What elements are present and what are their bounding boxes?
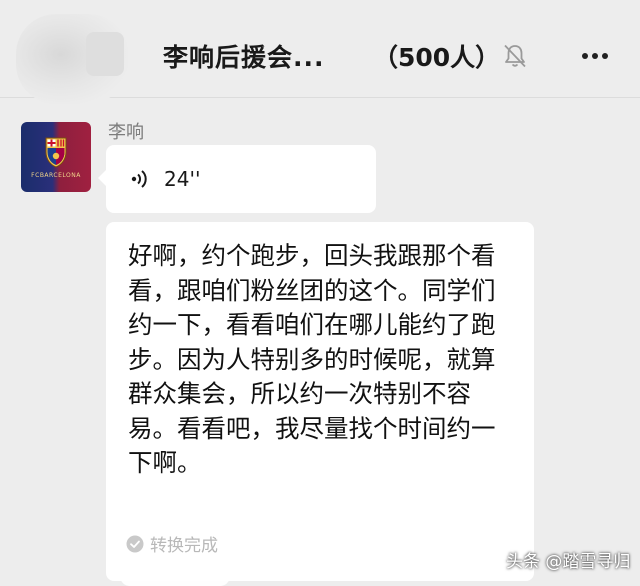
transcript-bubble[interactable]: 好啊，约个跑步，回头我跟那个看看，跟咱们粉丝团的这个。同学们约一下，看看咱们在哪…	[106, 222, 534, 581]
voice-duration: 24''	[164, 167, 201, 191]
transcript-text: 好啊，约个跑步，回头我跟那个看看，跟咱们粉丝团的这个。同学们约一下，看看咱们在哪…	[128, 241, 496, 477]
chat-header: 李响后援会... （500人）	[0, 0, 640, 104]
next-bubble-blurred	[120, 556, 230, 586]
avatar-text: FCBARCELONA	[31, 172, 81, 179]
voice-wave-icon	[131, 170, 147, 188]
fc-barcelona-crest-icon	[45, 137, 67, 168]
more-dots-icon[interactable]	[580, 44, 610, 68]
sender-name: 李响	[108, 122, 144, 143]
member-count: （500人）	[373, 43, 501, 72]
check-circle-icon	[126, 535, 144, 552]
sender-avatar[interactable]: FCBARCELONA	[21, 122, 91, 192]
convert-status-label: 转换完成	[150, 536, 218, 556]
group-title[interactable]: 李响后援会...	[163, 38, 325, 74]
bell-slash-icon	[504, 44, 526, 68]
back-area-blurred[interactable]	[16, 14, 128, 104]
convert-status: 转换完成	[126, 531, 218, 556]
voice-message-bubble[interactable]: 24''	[98, 145, 376, 213]
watermark: 头条 @踏雪寻归	[506, 552, 631, 572]
